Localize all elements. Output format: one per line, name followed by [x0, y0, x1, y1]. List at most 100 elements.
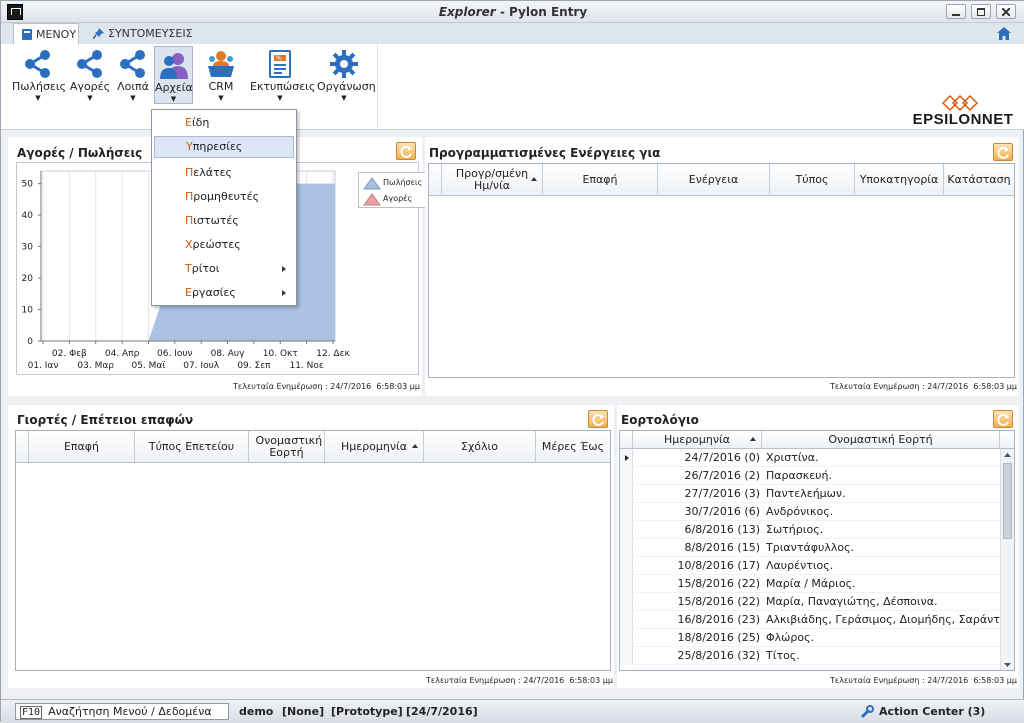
table-row[interactable]: 30/7/2016 (6) Ανδρόνικος.: [620, 503, 1000, 521]
scheduled-refresh-button[interactable]: [993, 143, 1013, 161]
maximize-button[interactable]: [971, 4, 991, 19]
row-indicator[interactable]: [620, 521, 633, 539]
table-row[interactable]: 15/8/2016 (22) Μαρία / Μάριος.: [620, 575, 1000, 593]
table-row[interactable]: 10/8/2016 (17) Λαυρέντιος.: [620, 557, 1000, 575]
scheduled-panel-title: Προγραμματισμένες Ενέργειες για: [429, 146, 661, 160]
calendar-name-day: Χριστίνα.: [766, 451, 819, 464]
row-indicator[interactable]: [620, 485, 633, 503]
ribbon-button-prints[interactable]: % Εκτυπώσεις ▼: [250, 46, 315, 104]
column-header[interactable]: Σχόλιο: [424, 431, 536, 463]
column-header[interactable]: Ονομαστική Εορτή: [249, 431, 325, 463]
column-header[interactable]: Προγρ/σμένη Ημ/νία: [442, 164, 543, 196]
row-indicator[interactable]: [620, 467, 633, 485]
column-header[interactable]: Ονομαστική Εορτή: [762, 431, 1000, 449]
home-icon[interactable]: [997, 27, 1011, 40]
tab-shortcuts-label: ΣΥΝΤΟΜΕΥΣΕΙΣ: [108, 27, 193, 40]
table-row[interactable]: 27/7/2016 (3) Παντελεήμων.: [620, 485, 1000, 503]
row-indicator[interactable]: [620, 449, 633, 467]
table-row[interactable]: 8/8/2016 (15) Τριαντάφυλλος.: [620, 539, 1000, 557]
sales-last-update-time: 6:58:03 μμ: [376, 382, 420, 391]
row-indicator[interactable]: [620, 629, 633, 647]
menu-item-customers[interactable]: Πελάτες: [154, 162, 294, 184]
column-header[interactable]: Μέρες Έως: [536, 431, 610, 463]
calendar-grid[interactable]: Ημερομηνία Ονομαστική Εορτή 24/7/2016 (0…: [619, 430, 1015, 671]
ribbon-button-files[interactable]: Αρχεία ▼: [154, 46, 193, 104]
menu-item-services[interactable]: Υπηρεσίες: [154, 136, 294, 158]
row-indicator[interactable]: [620, 647, 633, 665]
scroll-up-icon[interactable]: [1001, 450, 1014, 460]
table-row[interactable]: 16/8/2016 (23) Αλκιβιάδης, Γεράσιμος, Διο…: [620, 611, 1014, 629]
calendar-date: 6/8/2016: [684, 523, 734, 536]
menu-tab-icon: [22, 29, 32, 40]
menu-item-third-parties[interactable]: Τρίτοι: [154, 258, 294, 280]
row-indicator[interactable]: [620, 611, 633, 629]
calendar-refresh-button[interactable]: [993, 410, 1013, 428]
column-header[interactable]: Ημερομηνία: [325, 431, 424, 463]
column-header-label: Ονομαστική Εορτή: [255, 434, 323, 459]
close-button[interactable]: [996, 4, 1016, 19]
row-indicator[interactable]: [620, 557, 633, 575]
ribbon-button-sales[interactable]: Πωλήσεις ▼: [12, 46, 66, 104]
dropdown-arrow-icon: ▼: [130, 94, 136, 102]
scheduled-grid[interactable]: Προγρ/σμένη Ημ/νία Επαφή Ενέργεια Τύπος …: [428, 163, 1015, 378]
calendar-date-cell: 15/8/2016 (22): [634, 577, 761, 590]
x-tick-label: 04. Απρ: [105, 349, 140, 359]
column-header[interactable]: Τύπος Επετείου: [135, 431, 249, 463]
tab-shortcuts[interactable]: ΣΥΝΤΟΜΕΥΣΕΙΣ: [85, 23, 195, 45]
table-row[interactable]: 6/8/2016 (13) Σωτήριος.: [620, 521, 1000, 539]
ribbon-button-crm[interactable]: CRM ▼: [201, 46, 241, 104]
column-header[interactable]: Υποκατηγορία: [855, 164, 944, 196]
holidays-grid[interactable]: Επαφή Τύπος Επετείου Ονομαστική Εορτή Ημ…: [15, 430, 611, 671]
table-row[interactable]: 15/8/2016 (22) Μαρία, Παναγιώτης, Δέσποιν…: [620, 593, 1000, 611]
ribbon-button-organize[interactable]: Οργάνωση ▼: [317, 46, 376, 104]
action-center-label: Action Center (3): [879, 705, 986, 718]
calendar-last-update-date: 24/7/2016: [927, 676, 969, 685]
svg-text:%: %: [276, 55, 282, 62]
column-header[interactable]: Επαφή: [543, 164, 658, 196]
calendar-date-cell: 15/8/2016 (22): [634, 595, 761, 608]
menu-search-input[interactable]: F10 Αναζήτηση Μενού / Δεδομένα: [15, 703, 229, 720]
calendar-date: 16/8/2016: [677, 613, 734, 626]
table-row[interactable]: 24/7/2016 (0) Χριστίνα.: [620, 449, 1000, 467]
ribbon-tabs: ΜΕΝΟΥ ΣΥΝΤΟΜΕΥΣΕΙΣ: [1, 23, 1024, 45]
scrollbar-thumb[interactable]: [1003, 463, 1012, 539]
menu-item-items[interactable]: Είδη: [154, 112, 294, 134]
sales-refresh-button[interactable]: [396, 142, 416, 160]
menu-item-suppliers[interactable]: Προμηθευτές: [154, 186, 294, 208]
menu-item-creditors[interactable]: Πιστωτές: [154, 210, 294, 232]
table-row[interactable]: 26/7/2016 (2) Παρασκευή.: [620, 467, 1000, 485]
menu-item-debtors[interactable]: Χρεώστες: [154, 234, 294, 256]
share-icon: [77, 50, 102, 78]
table-row[interactable]: 25/8/2016 (32) Τίτος.: [620, 647, 1000, 665]
column-header[interactable]: Κατάσταση: [944, 164, 1014, 196]
minimize-button[interactable]: [946, 4, 966, 19]
ribbon-button-other[interactable]: Λοιπά ▼: [115, 46, 151, 104]
menu-item-label: ίδη: [191, 116, 210, 129]
tab-menu[interactable]: ΜΕΝΟΥ: [13, 23, 79, 45]
column-header[interactable]: Ενέργεια: [658, 164, 770, 196]
x-tick-label: 11. Νοε: [289, 361, 323, 371]
column-header[interactable]: Επαφή: [29, 431, 135, 463]
holidays-refresh-button[interactable]: [588, 410, 608, 428]
refresh-icon: [400, 145, 412, 158]
scroll-down-icon[interactable]: [1001, 660, 1014, 670]
column-header[interactable]: Τύπος: [770, 164, 855, 196]
row-indicator[interactable]: [620, 539, 633, 557]
calendar-scrollbar[interactable]: [1000, 449, 1014, 670]
menu-item-jobs[interactable]: Εργασίες: [154, 282, 294, 304]
dropdown-arrow-icon: ▼: [341, 94, 347, 102]
calendar-date: 25/8/2016: [677, 649, 734, 662]
row-indicator[interactable]: [620, 503, 633, 521]
ribbon-button-purchases[interactable]: Αγορές ▼: [69, 46, 111, 104]
table-row[interactable]: 18/8/2016 (25) Φλώρος.: [620, 629, 1000, 647]
menu-item-accel: Υ: [186, 140, 193, 153]
row-indicator[interactable]: [620, 575, 633, 593]
action-center-button[interactable]: Action Center (3): [860, 703, 1010, 721]
calendar-name-day: Σωτήριος.: [766, 523, 824, 536]
column-header[interactable]: Ημερομηνία: [633, 431, 762, 449]
tools-icon: [860, 705, 874, 719]
ribbon-separator: [377, 44, 378, 128]
column-header-label: Ημερομηνία: [340, 440, 408, 453]
x-tick-label: 10. Οκτ: [263, 349, 298, 359]
row-indicator[interactable]: [620, 593, 633, 611]
